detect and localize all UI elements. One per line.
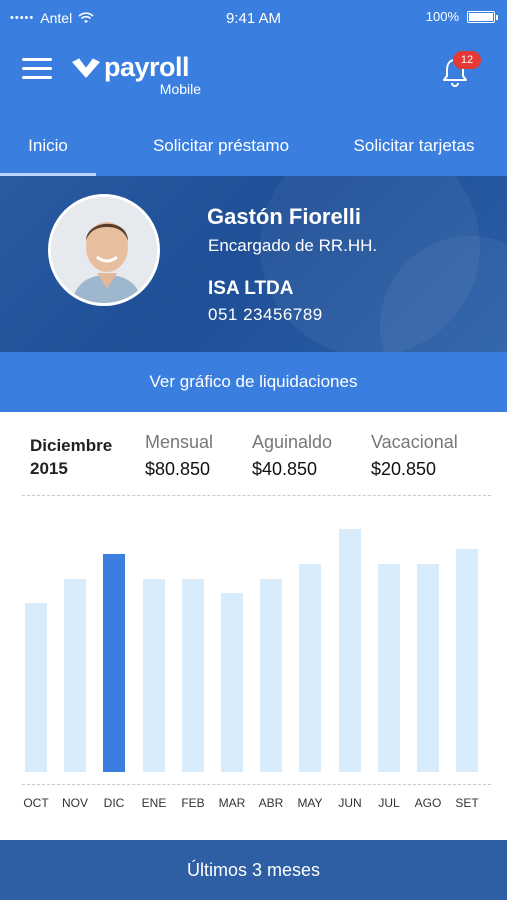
bar-jun[interactable] (339, 529, 361, 772)
month-label-set: SET (455, 796, 479, 810)
last-3-months-button[interactable]: Últimos 3 meses (0, 840, 507, 900)
tab-solicitar-tarjetas[interactable]: Solicitar tarjetas (334, 116, 494, 176)
bar-nov[interactable] (64, 579, 86, 772)
battery-icon (467, 10, 498, 23)
metric-vacacional: Vacacional $20.850 (371, 432, 458, 480)
summary-panel: Diciembre 2015 Mensual $80.850 Aguinaldo… (0, 412, 507, 496)
metric-label: Vacacional (371, 432, 458, 452)
bar-set[interactable] (456, 549, 478, 772)
period-month: Diciembre (30, 436, 113, 455)
metric-value: $80.850 (145, 459, 211, 479)
avatar-photo (51, 197, 157, 303)
view-chart-button[interactable]: Ver gráfico de liquidaciones (0, 352, 507, 412)
menu-icon[interactable] (22, 58, 52, 80)
bar-abr[interactable] (260, 579, 282, 772)
month-label-dic: DIC (103, 796, 125, 810)
month-label-nov: NOV (61, 796, 88, 810)
logo-icon (72, 57, 100, 78)
battery-info: 100% (425, 9, 498, 24)
month-label-oct: OCT (23, 796, 49, 810)
bar-mar[interactable] (221, 593, 243, 772)
battery-percent: 100% (425, 9, 459, 24)
bar-ene[interactable] (143, 579, 165, 772)
bar-may[interactable] (299, 564, 321, 772)
month-label-jul: JUL (378, 796, 400, 810)
month-label-abr: ABR (258, 796, 284, 810)
profile-card: Gastón Fiorelli Encargado de RR.HH. ISA … (0, 176, 507, 352)
tab-bar: Inicio Solicitar préstamo Solicitar tarj… (0, 116, 507, 176)
bar-oct[interactable] (25, 603, 47, 772)
month-label-ago: AGO (414, 796, 442, 810)
app-header: payroll Mobile 12 (0, 36, 507, 116)
month-label-ene: ENE (141, 796, 167, 810)
divider-top (22, 495, 491, 496)
metric-label: Aguinaldo (252, 432, 333, 452)
bar-feb[interactable] (182, 579, 204, 772)
bar-jul[interactable] (378, 564, 400, 772)
month-label-may: MAY (297, 796, 323, 810)
month-label-jun: JUN (338, 796, 362, 810)
avatar (48, 194, 160, 306)
bar-dic[interactable] (103, 554, 125, 772)
divider-bottom (22, 784, 491, 785)
profile-role: Encargado de RR.HH. (208, 236, 378, 255)
month-label-feb: FEB (181, 796, 205, 810)
app-logo: payroll Mobile (70, 52, 201, 96)
metric-label: Mensual (145, 432, 214, 452)
profile-company: ISA LTDA (208, 278, 294, 299)
metric-value: $20.850 (371, 459, 437, 479)
logo-subtext: Mobile (159, 81, 202, 97)
period-label: Diciembre 2015 (30, 434, 112, 480)
status-bar: ••••• Antel 9:41 AM 100% (0, 0, 507, 36)
metric-mensual: Mensual $80.850 (145, 432, 213, 480)
bar-ago[interactable] (417, 564, 439, 772)
month-label-mar: MAR (218, 796, 246, 810)
period-year: 2015 (30, 459, 68, 478)
logo-text: payroll (104, 52, 190, 82)
profile-phone: 051 23456789 (208, 305, 323, 324)
tab-solicitar-prestamo[interactable]: Solicitar préstamo (136, 116, 306, 176)
metric-value: $40.850 (252, 459, 318, 479)
tab-inicio[interactable]: Inicio (0, 116, 96, 176)
metric-aguinaldo: Aguinaldo $40.850 (252, 432, 332, 480)
notification-badge: 12 (453, 51, 481, 69)
liquidaciones-chart: OCT NOV DIC ENE FEB MAR ABR MAY JUN JUL AGO SET (0, 500, 507, 820)
profile-name: Gastón Fiorelli (207, 204, 362, 229)
